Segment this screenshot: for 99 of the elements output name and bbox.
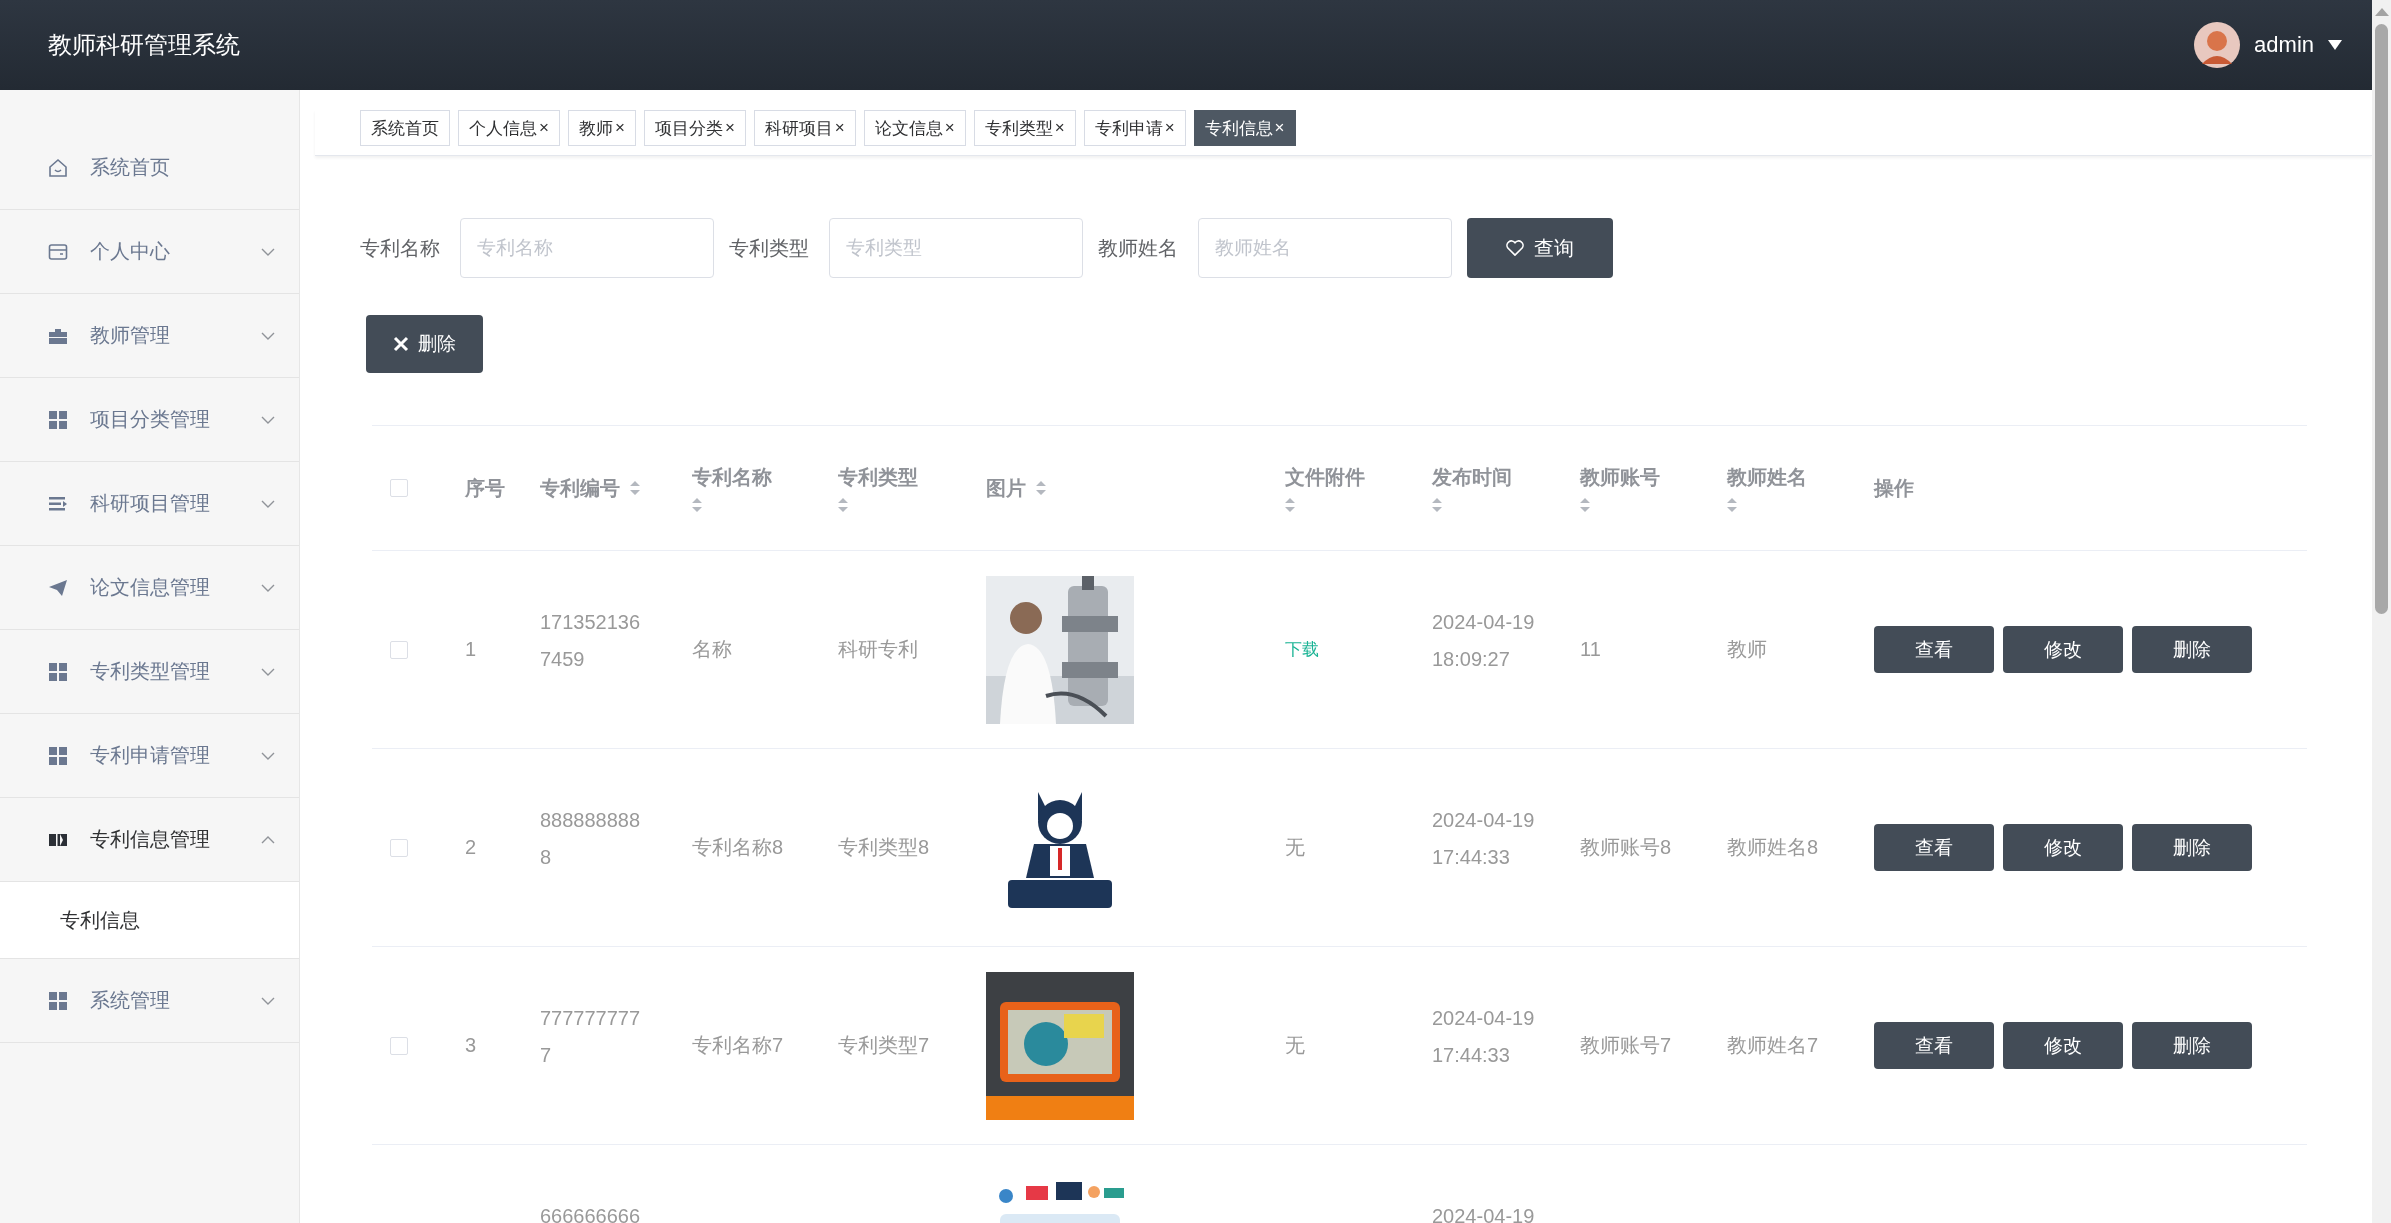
tab[interactable]: 科研项目× <box>753 110 856 146</box>
table-cell-text: 1713521367459 <box>540 609 642 672</box>
checkbox[interactable] <box>390 1036 408 1055</box>
grid-icon <box>48 409 68 430</box>
sort-icon[interactable] <box>1285 496 1295 513</box>
table-cell-text: 7777777777 <box>540 1005 642 1068</box>
tab[interactable]: 教师× <box>567 110 636 146</box>
view-button[interactable]: 查看 <box>1874 626 1994 673</box>
edit-button[interactable]: 修改 <box>2003 626 2123 673</box>
user-name[interactable]: admin <box>2254 32 2314 58</box>
checkbox[interactable] <box>390 838 408 857</box>
view-button[interactable]: 查看 <box>1874 824 1994 871</box>
tab[interactable]: 项目分类× <box>643 110 746 146</box>
menu-item[interactable]: 项目分类管理 <box>0 378 299 462</box>
home-icon <box>48 157 68 178</box>
grid-icon <box>48 745 68 766</box>
table-cell-text: 专利名称7 <box>692 1033 784 1058</box>
table-cell-text: 专利类型8 <box>838 835 930 860</box>
table-cell-text: 2024-04-19 <box>1432 1203 1536 1223</box>
tab[interactable]: 系统首页 <box>360 110 450 146</box>
table-cell-text: 2024-04-19 17:44:33 <box>1432 1005 1536 1068</box>
table-cell-text: 11 <box>1580 637 1601 662</box>
table-cell-text: 专利类型7 <box>838 1033 930 1058</box>
app-title: 教师科研管理系统 <box>48 30 240 60</box>
menu-item[interactable]: 系统管理 <box>0 959 299 1043</box>
menu-item[interactable]: 个人中心 <box>0 210 299 294</box>
tab[interactable]: 专利信息× <box>1193 110 1296 146</box>
sort-icon[interactable] <box>1036 480 1046 496</box>
scrollbar[interactable] <box>2372 0 2391 1223</box>
sort-icon[interactable] <box>630 480 640 496</box>
heart-icon <box>1506 240 1524 256</box>
table-cell-text: 2 <box>465 835 477 860</box>
column-header: 专利编号 <box>540 475 620 501</box>
column-header: 操作 <box>1874 475 1914 501</box>
menu-item[interactable]: 科研项目管理 <box>0 462 299 546</box>
menu-item[interactable]: 系统首页 <box>0 126 299 210</box>
table-cell-text: 666666666 <box>540 1203 642 1223</box>
column-header: 教师账号 <box>1580 464 1660 490</box>
column-header: 教师姓名 <box>1727 464 1807 490</box>
table-cell-text: 3 <box>465 1033 477 1058</box>
grid-icon <box>48 661 68 682</box>
menu-item[interactable]: 教师管理 <box>0 294 299 378</box>
sort-icon[interactable] <box>1580 496 1590 513</box>
scroll-up-icon[interactable] <box>2374 8 2389 16</box>
search-button[interactable]: 查询 <box>1467 218 1613 278</box>
submenu-item[interactable]: 专利信息 <box>0 882 299 959</box>
input-field[interactable]: 教师姓名 <box>1198 218 1452 278</box>
table-cell-text: 8888888888 <box>540 807 642 870</box>
edit-button[interactable]: 修改 <box>2003 824 2123 871</box>
delete-button[interactable]: 删除 <box>366 315 483 373</box>
sort-icon[interactable] <box>1727 496 1737 513</box>
edit-button[interactable]: 修改 <box>2003 1022 2123 1069</box>
close-icon <box>393 336 409 352</box>
sort-icon[interactable] <box>838 496 848 513</box>
table-cell-text: 无 <box>1285 1033 1305 1058</box>
table-cell-text: 科研专利 <box>838 637 918 662</box>
delete-button[interactable]: 删除 <box>2132 626 2252 673</box>
input-field[interactable]: 专利名称 <box>460 218 714 278</box>
column-header: 图片 <box>986 475 1026 501</box>
table-cell-text: 教师姓名7 <box>1727 1033 1819 1058</box>
column-header: 专利名称 <box>692 464 772 490</box>
table-cell-text: 专利名称8 <box>692 835 784 860</box>
avatar[interactable] <box>2194 22 2241 68</box>
table-cell-text: 1 <box>465 637 477 662</box>
field-label: 专利类型 <box>729 235 809 261</box>
caret-icon[interactable] <box>2328 40 2342 50</box>
table-cell-text: 教师账号7 <box>1580 1033 1672 1058</box>
menu-item[interactable]: 论文信息管理 <box>0 546 299 630</box>
table-cell-text: 无 <box>1285 835 1305 860</box>
table-cell-text: 教师姓名8 <box>1727 835 1819 860</box>
menu-item[interactable]: 专利申请管理 <box>0 714 299 798</box>
field-label: 专利名称 <box>360 235 440 261</box>
sort-icon[interactable] <box>1432 496 1442 513</box>
delete-button[interactable]: 删除 <box>2132 824 2252 871</box>
paper-plane-icon <box>48 577 68 598</box>
view-button[interactable]: 查看 <box>1874 1022 1994 1069</box>
sort-icon[interactable] <box>692 496 702 513</box>
card-icon <box>48 241 68 262</box>
table-cell-text: 名称 <box>692 637 732 662</box>
menu-item[interactable]: 专利类型管理 <box>0 630 299 714</box>
tab[interactable]: 论文信息× <box>863 110 966 146</box>
input-field[interactable]: 专利类型 <box>829 218 1083 278</box>
table-cell-text: 2024-04-19 17:44:33 <box>1432 807 1536 870</box>
column-header: 发布时间 <box>1432 464 1512 490</box>
tab[interactable]: 专利类型× <box>973 110 1076 146</box>
checkbox[interactable] <box>390 640 408 659</box>
grid-icon <box>48 990 68 1011</box>
column-header: 专利类型 <box>838 464 918 490</box>
column-header: 序号 <box>465 475 505 501</box>
table-cell-text: 2024-04-19 18:09:27 <box>1432 609 1536 672</box>
table-cell-text: 教师 <box>1727 637 1767 662</box>
column-header: 文件附件 <box>1285 464 1365 490</box>
scrollbar-thumb[interactable] <box>2375 24 2388 614</box>
checkbox[interactable] <box>390 479 408 497</box>
table-cell-text: 教师账号8 <box>1580 835 1672 860</box>
tab[interactable]: 个人信息× <box>458 110 560 146</box>
delete-button[interactable]: 删除 <box>2132 1022 2252 1069</box>
field-label: 教师姓名 <box>1098 235 1178 261</box>
tab[interactable]: 专利申请× <box>1083 110 1186 146</box>
